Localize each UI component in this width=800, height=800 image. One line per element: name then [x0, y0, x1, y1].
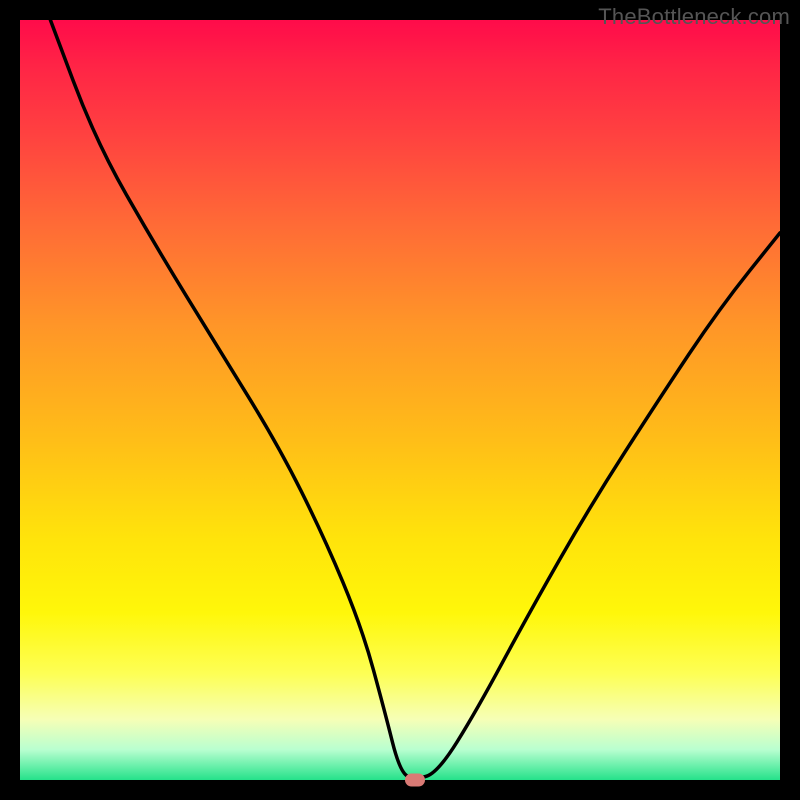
chart-frame: TheBottleneck.com [0, 0, 800, 800]
minimum-marker [405, 774, 425, 787]
plot-area [20, 20, 780, 780]
watermark-text: TheBottleneck.com [598, 4, 790, 30]
curve-path [50, 20, 780, 778]
bottleneck-curve [20, 20, 780, 780]
